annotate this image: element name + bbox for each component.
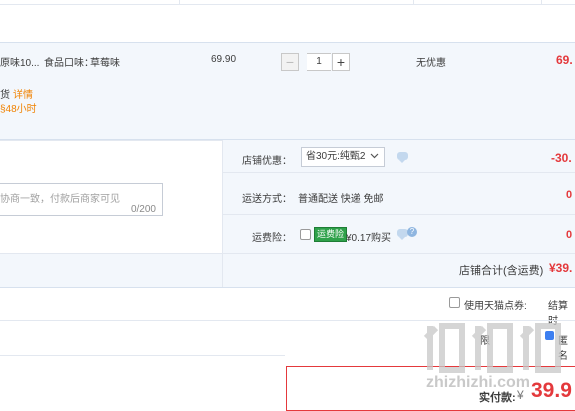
freight-insurance-amount: 0	[566, 229, 573, 241]
freight-insurance-price: ¥0.17购买	[346, 233, 392, 244]
coupon-checkbox[interactable]	[449, 297, 460, 308]
freight-insurance-badge: 运费险	[314, 227, 348, 242]
flavor-value: 草莓味	[90, 58, 120, 69]
paid-amount: 39.9	[531, 379, 572, 402]
shop-total-label: 店铺合计(含运费)	[459, 265, 544, 277]
quantity-minus-button[interactable]: −	[281, 53, 299, 71]
help-icon[interactable]: ?	[407, 227, 417, 237]
details-link[interactable]: 详情	[13, 86, 33, 101]
shipping-label: 运送方式：	[242, 194, 292, 205]
promo-status: 无优惠	[416, 58, 446, 69]
message-counter: 0/200	[130, 204, 156, 215]
options-row-divider	[222, 214, 575, 215]
options-bottom-border	[0, 287, 575, 288]
freight-insurance-label: 运费险：	[252, 233, 292, 244]
delivery-label: 货	[0, 90, 10, 101]
comment-icon[interactable]	[397, 152, 408, 163]
shop-discount-label: 店铺优惠：	[242, 156, 292, 167]
chevron-down-icon	[370, 153, 379, 159]
shipping-value: 普通配送 快递 免邮	[298, 194, 384, 205]
message-textarea[interactable]: 协商一致，付款后商家可见 0/200	[0, 183, 163, 216]
shop-discount-amount: -30.	[551, 151, 572, 165]
ship-time: §48小时	[0, 104, 37, 115]
message-placeholder: 协商一致，付款后商家可见	[0, 194, 120, 205]
options-row-divider	[222, 172, 575, 173]
shop-total-amount: ¥39.	[549, 261, 573, 275]
total-row-bg	[0, 254, 222, 287]
column-tick	[413, 0, 414, 5]
footer-divider	[0, 355, 285, 356]
quantity-plus-button[interactable]: +	[332, 53, 350, 71]
top-border	[0, 4, 575, 5]
watermark-logo	[422, 318, 572, 376]
shop-discount-select[interactable]: 省30元:纯甄2	[301, 147, 385, 167]
column-tick	[179, 0, 180, 5]
item-subtotal: 69.	[556, 53, 573, 67]
item-name[interactable]: 原味10...	[0, 54, 39, 69]
column-tick	[541, 0, 542, 5]
shop-discount-selected: 省30元:纯甄2	[306, 151, 366, 162]
coupon-label: 使用天猫点券:	[464, 301, 527, 312]
shipping-amount: 0	[566, 189, 573, 201]
watermark-text: zhizhizhi.com	[426, 374, 530, 391]
flavor-label: 食品口味：	[44, 58, 94, 69]
quantity-input[interactable]: 1	[307, 53, 331, 71]
freight-insurance-checkbox[interactable]	[300, 229, 311, 240]
unit-price: 69.90	[211, 54, 237, 65]
